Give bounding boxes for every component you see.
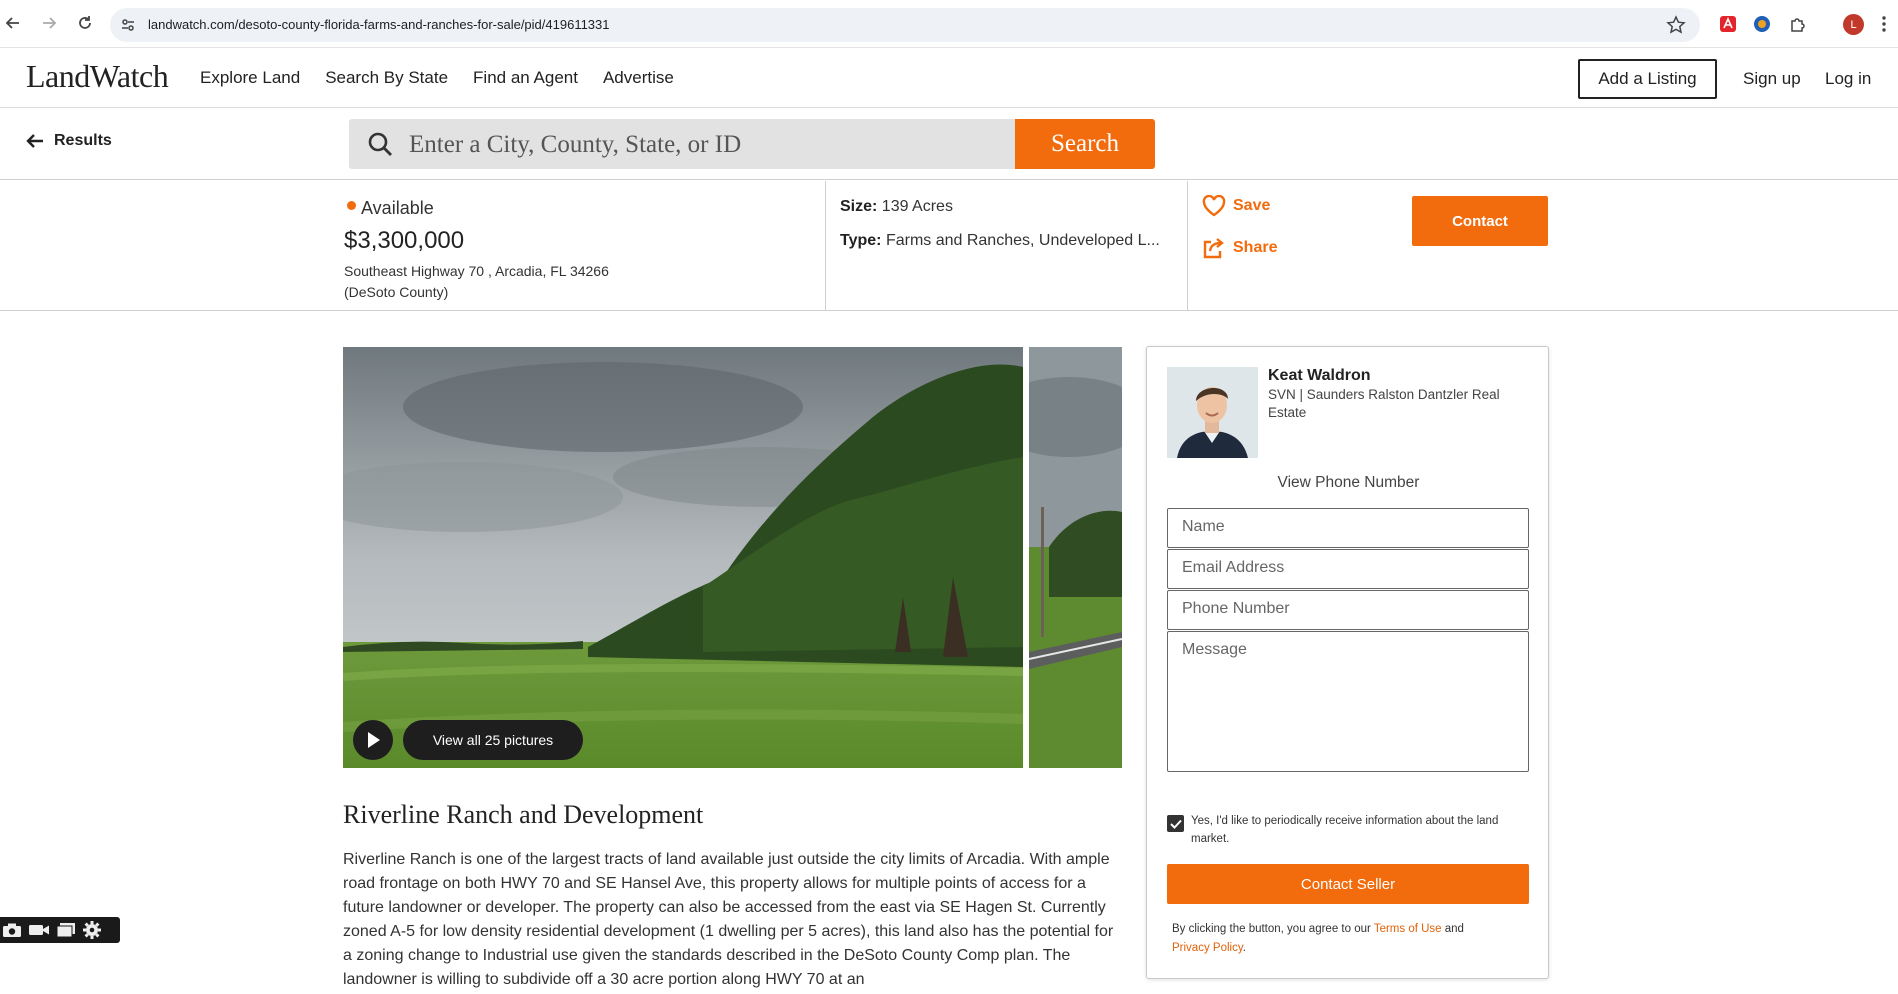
- window-capture-icon[interactable]: [56, 922, 76, 938]
- size-info: Size: 139 Acres: [840, 198, 953, 216]
- share-icon: [1203, 238, 1224, 259]
- nav-advertise[interactable]: Advertise: [603, 68, 674, 88]
- play-icon: [368, 732, 380, 748]
- results-label: Results: [54, 132, 112, 149]
- heart-icon: [1202, 195, 1226, 217]
- nav-search-by-state[interactable]: Search By State: [325, 68, 448, 88]
- agent-photo: [1167, 367, 1258, 458]
- sign-up-link[interactable]: Sign up: [1743, 69, 1801, 89]
- email-field[interactable]: Email Address: [1167, 549, 1529, 589]
- privacy-policy-link[interactable]: Privacy Policy: [1172, 942, 1243, 954]
- forward-arrow-icon[interactable]: [38, 12, 60, 34]
- view-phone-number-link[interactable]: View Phone Number: [1147, 474, 1550, 492]
- ranch-landscape-image: [343, 347, 1023, 768]
- listing-address: Southeast Highway 70 , Arcadia, FL 34266…: [344, 261, 609, 303]
- terms-suffix: .: [1242, 942, 1246, 954]
- address-line-2: (DeSoto County): [344, 284, 449, 300]
- divider: [1187, 181, 1188, 311]
- landwatch-logo[interactable]: LandWatch: [26, 58, 169, 95]
- status-label: Available: [361, 198, 434, 218]
- bookmark-star-icon[interactable]: [1666, 15, 1686, 40]
- left-arrow-icon: [26, 134, 43, 148]
- save-label: Save: [1233, 197, 1271, 214]
- play-video-button[interactable]: [353, 720, 393, 760]
- status-badge: Available: [347, 198, 434, 219]
- main-nav: Explore Land Search By State Find an Age…: [200, 68, 674, 88]
- search-input[interactable]: Enter a City, County, State, or ID: [349, 119, 1015, 169]
- agent-contact-card: Keat Waldron SVN | Saunders Ralston Dant…: [1146, 346, 1549, 979]
- type-info: Type: Farms and Ranches, Undeveloped L..…: [840, 232, 1160, 250]
- view-all-pictures-button[interactable]: View all 25 pictures: [403, 720, 583, 760]
- consent-row: Yes, I'd like to periodically receive in…: [1167, 812, 1537, 848]
- listing-title: Riverline Ranch and Development: [343, 800, 704, 829]
- nav-explore-land[interactable]: Explore Land: [200, 68, 300, 88]
- terms-notice: By clicking the button, you agree to our…: [1172, 920, 1517, 958]
- address-bar[interactable]: landwatch.com/desoto-county-florida-farm…: [110, 8, 1700, 42]
- search-button[interactable]: Search: [1015, 119, 1155, 169]
- extensions-puzzle-icon[interactable]: [1788, 14, 1808, 34]
- reload-icon[interactable]: [74, 12, 96, 34]
- phone-field[interactable]: Phone Number: [1167, 590, 1529, 630]
- size-label: Size:: [840, 198, 878, 215]
- nav-find-an-agent[interactable]: Find an Agent: [473, 68, 578, 88]
- extension-circle-icon[interactable]: [1752, 14, 1772, 34]
- contact-seller-button[interactable]: Contact Seller: [1167, 864, 1529, 904]
- camera-icon[interactable]: [2, 922, 22, 938]
- url-text[interactable]: landwatch.com/desoto-county-florida-farm…: [148, 17, 610, 32]
- search-placeholder: Enter a City, County, State, or ID: [409, 131, 742, 158]
- consent-label: Yes, I'd like to periodically receive in…: [1191, 815, 1499, 845]
- save-button[interactable]: Save: [1202, 195, 1270, 217]
- video-camera-icon[interactable]: [28, 922, 50, 938]
- settings-gear-icon[interactable]: [82, 920, 102, 940]
- screen-capture-toolbar: [0, 917, 120, 943]
- extension-acrobat-icon[interactable]: [1718, 14, 1738, 34]
- listing-next-photo[interactable]: [1029, 347, 1122, 768]
- listing-price: $3,300,000: [344, 227, 465, 254]
- back-arrow-icon[interactable]: [2, 12, 24, 34]
- terms-and: and: [1441, 923, 1464, 935]
- size-value: 139 Acres: [881, 198, 953, 215]
- browser-toolbar: landwatch.com/desoto-county-florida-farm…: [0, 0, 1898, 48]
- site-info-icon[interactable]: [120, 17, 136, 38]
- log-in-link[interactable]: Log in: [1825, 69, 1871, 89]
- type-label: Type:: [840, 232, 882, 249]
- consent-checkbox[interactable]: [1167, 815, 1184, 832]
- listing-description: Riverline Ranch is one of the largest tr…: [343, 851, 1114, 988]
- profile-avatar[interactable]: L: [1843, 14, 1864, 35]
- road-landscape-image: [1029, 347, 1122, 768]
- site-header: LandWatch Explore Land Search By State F…: [0, 48, 1898, 108]
- add-listing-button[interactable]: Add a Listing: [1578, 59, 1717, 99]
- listing-summary: Available $3,300,000 Southeast Highway 7…: [0, 181, 1898, 311]
- browser-menu-icon[interactable]: [1874, 14, 1894, 34]
- name-field[interactable]: Name: [1167, 508, 1529, 548]
- terms-of-use-link[interactable]: Terms of Use: [1374, 923, 1442, 935]
- listing-main-photo[interactable]: View all 25 pictures: [343, 347, 1023, 768]
- checkmark-icon: [1169, 819, 1182, 829]
- type-value: Farms and Ranches, Undeveloped L...: [885, 232, 1160, 249]
- address-line-1: Southeast Highway 70 , Arcadia, FL 34266: [344, 263, 609, 279]
- agent-name[interactable]: Keat Waldron: [1268, 367, 1371, 385]
- contact-button[interactable]: Contact: [1412, 196, 1548, 246]
- agent-company: SVN | Saunders Ralston Dantzler Real Est…: [1268, 387, 1500, 420]
- terms-prefix: By clicking the button, you agree to our: [1172, 923, 1374, 935]
- share-label: Share: [1233, 239, 1278, 256]
- agent-portrait-image: [1167, 367, 1258, 458]
- share-button[interactable]: Share: [1202, 237, 1277, 259]
- divider: [825, 181, 826, 311]
- search-row: Results Enter a City, County, State, or …: [0, 108, 1898, 180]
- status-dot: [347, 201, 356, 210]
- search-icon: [368, 132, 392, 156]
- back-to-results-link[interactable]: Results: [26, 132, 112, 150]
- message-field[interactable]: Message: [1167, 631, 1529, 772]
